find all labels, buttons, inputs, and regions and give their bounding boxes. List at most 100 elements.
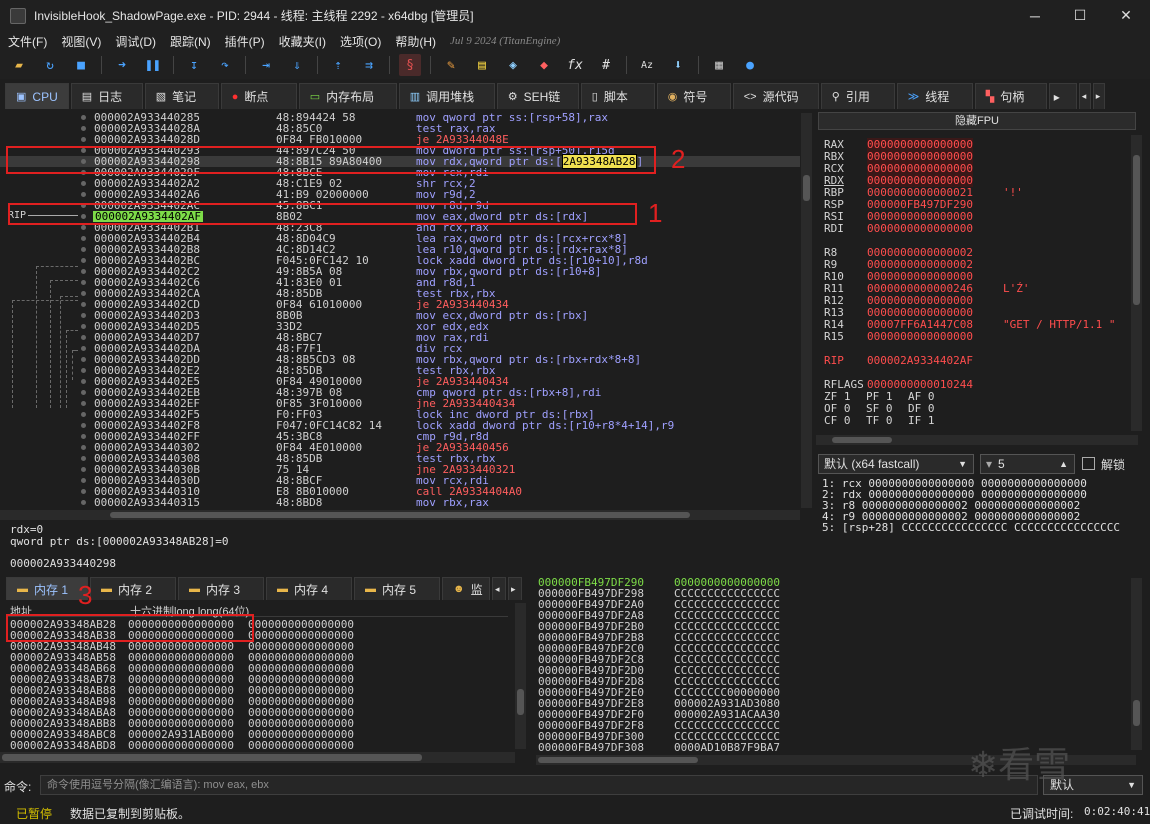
register-row[interactable]: R9 0000000000000002 bbox=[824, 258, 973, 271]
tab-memory-map[interactable]: ▭ 内存布局 bbox=[298, 83, 397, 109]
close-button[interactable]: ✕ bbox=[1103, 0, 1149, 31]
tab-scroll-left[interactable]: ◂ bbox=[1078, 83, 1091, 109]
register-row[interactable]: RIP 000002A9334402AF bbox=[824, 354, 973, 367]
breakpoint-dot[interactable] bbox=[81, 489, 86, 494]
stack-view[interactable]: 000000FB497DF290 0000000000000000 000000FB… bbox=[536, 576, 1144, 752]
register-row[interactable]: RDI 0000000000000000 bbox=[824, 222, 973, 235]
tab-cpu[interactable]: ▣ CPU bbox=[5, 83, 69, 109]
tab-breakpoints[interactable]: ● 断点 bbox=[220, 83, 297, 109]
register-row[interactable]: RFLAGS 0000000000010244 bbox=[824, 378, 973, 391]
breakpoint-dot[interactable] bbox=[81, 357, 86, 362]
register-row[interactable]: R10 0000000000000000 bbox=[824, 270, 973, 283]
breakpoint-dot[interactable] bbox=[81, 423, 86, 428]
register-row[interactable]: R15 0000000000000000 bbox=[824, 330, 973, 343]
breakpoint-dot[interactable] bbox=[81, 302, 86, 307]
breakpoint-dot[interactable] bbox=[81, 247, 86, 252]
run-to-user-code-icon[interactable]: ⇉ bbox=[358, 54, 380, 76]
run-icon[interactable]: ➜ bbox=[111, 54, 133, 76]
calculator-icon[interactable]: ▦ bbox=[708, 54, 730, 76]
execute-till-return-icon[interactable]: ⇡ bbox=[327, 54, 349, 76]
tab-scroll-right[interactable]: ▸ bbox=[508, 577, 522, 600]
restart-icon[interactable]: ↻ bbox=[39, 54, 61, 76]
breakpoint-dot[interactable] bbox=[81, 434, 86, 439]
stop-icon[interactable]: ■ bbox=[70, 54, 92, 76]
breakpoint-dot[interactable] bbox=[81, 236, 86, 241]
argument-count-select[interactable]: ▾ 5 ▲ bbox=[980, 454, 1075, 474]
register-row[interactable]: RAX 0000000000000000 bbox=[824, 138, 973, 151]
tab-log[interactable]: ▤ 日志 bbox=[70, 83, 143, 109]
breakpoint-dot[interactable] bbox=[81, 192, 86, 197]
tab-call-stack[interactable]: ▥ 调用堆栈 bbox=[398, 83, 495, 109]
tab-notes[interactable]: ▧ 笔记 bbox=[144, 83, 219, 109]
register-row[interactable]: RCX 0000000000000000 bbox=[824, 162, 973, 175]
breakpoint-dot[interactable] bbox=[81, 324, 86, 329]
breakpoint-dot[interactable] bbox=[81, 412, 86, 417]
pause-icon[interactable]: ❚❚ bbox=[142, 54, 164, 76]
register-row[interactable]: R8 0000000000000002 bbox=[824, 246, 973, 259]
breakpoint-dot[interactable] bbox=[81, 335, 86, 340]
register-row[interactable]: R11 0000000000000246 L'Ź' bbox=[824, 282, 1029, 295]
command-input[interactable]: 命令使用逗号分隔(像汇编语言): mov eax, ebx bbox=[40, 775, 1038, 795]
step-over-icon[interactable]: ↷ bbox=[214, 54, 236, 76]
dump-horizontal-scrollbar[interactable] bbox=[0, 752, 515, 763]
maximize-button[interactable]: ☐ bbox=[1057, 0, 1103, 31]
tab-handles[interactable]: ▚ 句柄 bbox=[974, 83, 1047, 109]
tab-watch[interactable]: ☻ 监 bbox=[442, 577, 490, 600]
unlock-checkbox[interactable] bbox=[1082, 457, 1095, 470]
breakpoint-dot[interactable] bbox=[81, 390, 86, 395]
bookmark-icon[interactable]: ◆ bbox=[533, 54, 555, 76]
stack-vertical-scrollbar[interactable] bbox=[1131, 578, 1142, 750]
hide-fpu-button[interactable]: 隐藏FPU bbox=[818, 112, 1136, 130]
register-value[interactable]: 000002A9334402AF bbox=[867, 354, 973, 367]
register-row[interactable]: RBP 0000000000000021 '!' bbox=[824, 186, 1023, 199]
breakpoint-dot[interactable] bbox=[81, 500, 86, 505]
breakpoint-dot[interactable] bbox=[81, 445, 86, 450]
tab-dump-5[interactable]: ▬ 内存 5 bbox=[354, 577, 440, 600]
tab-source[interactable]: <> 源代码 bbox=[732, 83, 819, 109]
menu-plugins[interactable]: 插件(P) bbox=[219, 33, 271, 50]
register-row[interactable]: R14 00007FF6A1447C08 "GET / HTTP/1.1 " bbox=[824, 318, 1116, 331]
register-row[interactable]: R12 0000000000000000 bbox=[824, 294, 973, 307]
register-row[interactable]: RSI 0000000000000000 bbox=[824, 210, 973, 223]
menu-options[interactable]: 选项(O) bbox=[334, 33, 387, 50]
register-row[interactable]: RSP 000000FB497DF290 bbox=[824, 198, 973, 211]
dump-row[interactable]: 000002A93348ABD8 0000000000000000 00000000… bbox=[10, 740, 512, 751]
label-icon[interactable]: ◈ bbox=[502, 54, 524, 76]
breakpoint-dot[interactable] bbox=[81, 456, 86, 461]
menu-help[interactable]: 帮助(H) bbox=[389, 33, 442, 50]
tab-seh[interactable]: ⚙ SEH链 bbox=[496, 83, 579, 109]
open-icon[interactable]: ▰ bbox=[8, 54, 30, 76]
breakpoint-dot[interactable] bbox=[81, 115, 86, 120]
flag-value[interactable]: CF 0 bbox=[824, 414, 851, 427]
register-row[interactable]: RBX 0000000000000000 bbox=[824, 150, 973, 163]
breakpoint-dot[interactable] bbox=[81, 126, 86, 131]
tab-script[interactable]: ▯ 脚本 bbox=[580, 83, 655, 109]
minimize-button[interactable]: ─ bbox=[1012, 0, 1058, 31]
registers-vertical-scrollbar[interactable] bbox=[1131, 135, 1142, 431]
menu-view[interactable]: 视图(V) bbox=[55, 33, 107, 50]
trace-into-icon[interactable]: ⇥ bbox=[255, 54, 277, 76]
registers-horizontal-scrollbar[interactable] bbox=[816, 435, 1138, 445]
tab-dump-2[interactable]: ▬ 内存 2 bbox=[90, 577, 176, 600]
menu-debug[interactable]: 调试(D) bbox=[109, 33, 162, 50]
breakpoint-dot[interactable] bbox=[81, 368, 86, 373]
tab-symbols[interactable]: ◉ 符号 bbox=[656, 83, 731, 109]
disassembly-vertical-scrollbar[interactable] bbox=[801, 113, 812, 508]
menu-favourites[interactable]: 收藏夹(I) bbox=[273, 33, 332, 50]
register-value[interactable]: 0000000000000000 bbox=[867, 330, 973, 343]
breakpoint-dot[interactable] bbox=[81, 137, 86, 142]
tab-scroll-right[interactable]: ▸ bbox=[1092, 83, 1105, 109]
breakpoint-dot[interactable] bbox=[81, 467, 86, 472]
tab-dump-3[interactable]: ▬ 内存 3 bbox=[178, 577, 264, 600]
register-row[interactable]: RDX 0000000000000000 bbox=[824, 174, 973, 187]
disassembly-horizontal-scrollbar[interactable] bbox=[0, 510, 800, 520]
register-value[interactable]: 0000000000000000 bbox=[867, 222, 973, 235]
breakpoint-dot[interactable] bbox=[81, 379, 86, 384]
font-icon[interactable]: Az bbox=[636, 54, 658, 76]
breakpoint-dot[interactable] bbox=[81, 346, 86, 351]
argument-row[interactable]: 5: [rsp+28] CCCCCCCCCCCCCCCC CCCCCCCCCCC… bbox=[822, 522, 1150, 533]
tab-overflow[interactable]: ▸ bbox=[1048, 83, 1077, 109]
tab-scroll-left[interactable]: ◂ bbox=[492, 577, 506, 600]
globe-icon[interactable]: ● bbox=[739, 54, 761, 76]
trace-over-icon[interactable]: ⇓ bbox=[286, 54, 308, 76]
